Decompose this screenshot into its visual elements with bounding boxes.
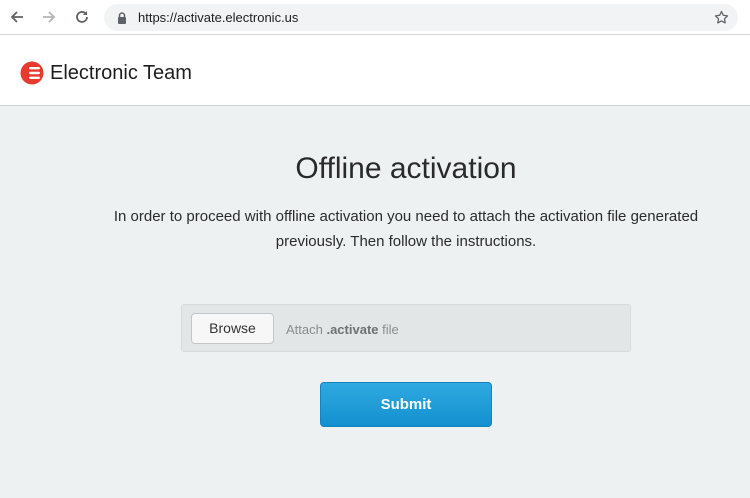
file-extension: .activate <box>326 322 379 337</box>
page-title: Offline activation <box>295 152 517 185</box>
url-text: https://activate.electronic.us <box>138 10 299 25</box>
reload-icon <box>76 11 88 23</box>
browser-toolbar: https://activate.electronic.us <box>0 0 750 35</box>
reload-button[interactable] <box>71 6 93 28</box>
lock-icon <box>118 12 126 24</box>
back-button[interactable] <box>6 6 28 28</box>
forward-button[interactable] <box>38 6 60 28</box>
arrow-right-icon <box>43 11 56 23</box>
site-header: Electronic Team <box>0 35 750 106</box>
brand-name[interactable]: Electronic Team <box>50 61 192 85</box>
intro-text: In order to proceed with offline activat… <box>113 208 699 250</box>
file-hint: Attach .activate file <box>286 322 399 338</box>
file-attach-field[interactable]: Browse Attach .activate file <box>181 304 631 352</box>
logo-icon[interactable] <box>20 61 44 85</box>
bookmark-star-icon[interactable] <box>713 9 730 26</box>
browse-button[interactable]: Browse <box>191 313 274 344</box>
file-hint-prefix: Attach <box>286 322 327 337</box>
file-hint-suffix: file <box>378 322 399 337</box>
submit-button[interactable]: Submit <box>320 382 492 427</box>
arrow-left-icon <box>10 11 23 23</box>
address-bar[interactable]: https://activate.electronic.us <box>104 4 738 31</box>
